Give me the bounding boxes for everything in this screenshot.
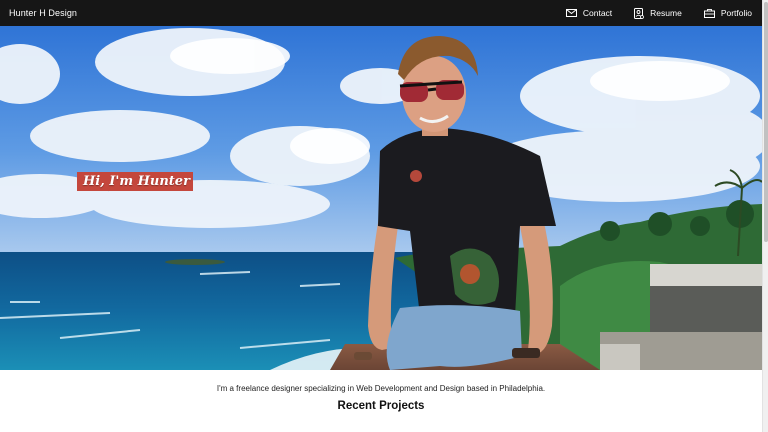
nav-portfolio-link[interactable]: Portfolio (703, 8, 752, 18)
envelope-icon (565, 9, 577, 17)
nav-portfolio-label: Portfolio (720, 8, 752, 18)
brand-logo-text[interactable]: Hunter H Design (9, 8, 77, 18)
nav-contact-link[interactable]: Contact (565, 8, 613, 18)
nav-contact-label: Contact (582, 8, 613, 18)
main-content: I'm a freelance designer specializing in… (0, 370, 762, 432)
intro-text: I'm a freelance designer specializing in… (216, 384, 546, 393)
nav-resume-label: Resume (650, 8, 682, 18)
page: Hunter H Design Contact Resume Portfolio… (0, 0, 768, 432)
hero-section: Hi, I'm Hunter (0, 26, 762, 370)
nav-resume-link[interactable]: Resume (634, 7, 682, 19)
briefcase-icon (703, 8, 715, 18)
top-navbar: Hunter H Design Contact Resume Portfolio (0, 0, 762, 26)
page-scrollbar[interactable] (762, 0, 768, 432)
nav-links: Contact Resume Portfolio (544, 7, 752, 19)
document-person-icon (634, 7, 645, 19)
hero-greeting: Hi, I'm Hunter (77, 172, 193, 191)
recent-projects-heading: Recent Projects (337, 400, 425, 412)
hero-photo (0, 26, 762, 370)
scrollbar-thumb[interactable] (764, 2, 768, 242)
